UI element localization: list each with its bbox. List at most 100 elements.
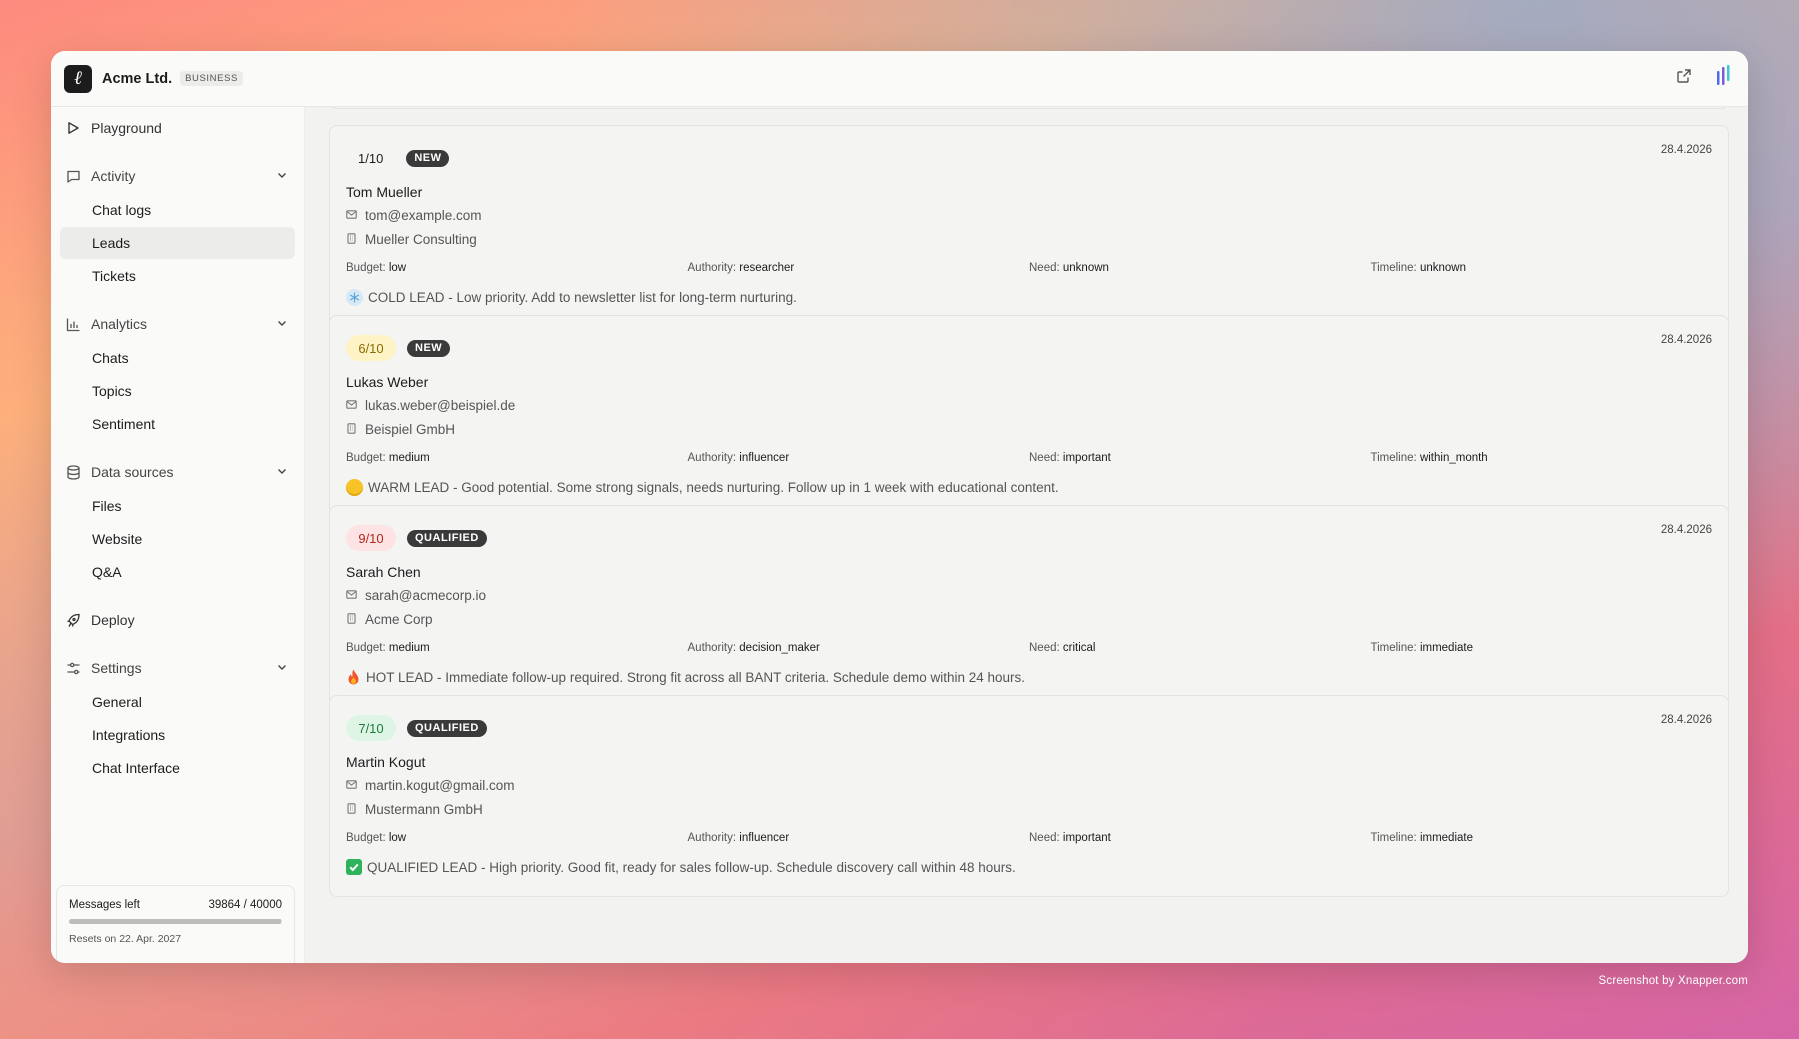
fire-icon [346, 669, 361, 686]
chat-bubble-icon [65, 168, 81, 184]
sidebar-item-playground[interactable]: Playground [60, 111, 295, 145]
lead-card[interactable]: 7/10 QUALIFIED 28.4.2026 Martin Kogut ma… [329, 695, 1729, 897]
lead-note-text: QUALIFIED LEAD - High priority. Good fit… [367, 859, 1016, 875]
building-icon [346, 612, 357, 627]
lead-status-badge: NEW [407, 339, 451, 357]
bant-need: Need: critical [1029, 642, 1096, 654]
snowflake-icon [346, 289, 363, 306]
bant-row: Budget: low Authority: researcher Need: … [346, 262, 1712, 274]
rocket-icon [65, 612, 81, 628]
sidebar-group-activity[interactable]: Activity [60, 159, 295, 193]
lead-note: HOT LEAD - Immediate follow-up required.… [346, 669, 1025, 686]
usage-reset-date: Resets on 22. Apr. 2027 [69, 933, 182, 945]
sidebar-item-deploy[interactable]: Deploy [60, 603, 295, 637]
sidebar-group-data-sources[interactable]: Data sources [60, 455, 295, 489]
lead-name: Sarah Chen [346, 564, 421, 580]
bar-chart-icon [65, 316, 81, 332]
lead-note-text: WARM LEAD - Good potential. Some strong … [368, 480, 1059, 495]
sidebar-item-general[interactable]: General [60, 686, 295, 718]
lead-email[interactable]: martin.kogut@gmail.com [365, 778, 515, 793]
lead-score: 6/10 [346, 335, 396, 361]
chevron-down-icon[interactable] [276, 168, 288, 184]
sliders-icon [65, 660, 81, 676]
leads-list: 1/10 NEW 28.4.2026 Tom Mueller tom@examp… [305, 107, 1748, 963]
sidebar-item-integrations[interactable]: Integrations [60, 719, 295, 751]
app-logo[interactable]: ℓ [64, 64, 92, 93]
lead-score: 1/10 [358, 150, 384, 166]
lead-score: 7/10 [346, 715, 396, 741]
check-mark-icon [346, 859, 362, 875]
lead-note: QUALIFIED LEAD - High priority. Good fit… [346, 859, 1016, 875]
mail-icon [346, 208, 357, 223]
lead-status-badge: NEW [406, 149, 450, 167]
bant-authority: Authority: decision_maker [687, 642, 820, 654]
bant-budget: Budget: low [346, 832, 407, 844]
building-icon [346, 422, 357, 437]
lead-name: Martin Kogut [346, 754, 426, 770]
sidebar: Playground Activity Chat logs Leads Tick… [51, 107, 305, 963]
sidebar-item-qa[interactable]: Q&A [60, 556, 295, 588]
lead-email[interactable]: tom@example.com [365, 208, 482, 223]
lead-date: 28.4.2026 [1660, 334, 1712, 346]
sidebar-group-analytics[interactable]: Analytics [60, 307, 295, 341]
lead-date: 28.4.2026 [1660, 714, 1712, 726]
chevron-down-icon[interactable] [276, 660, 288, 676]
sidebar-item-label: Playground [91, 120, 162, 136]
sidebar-item-website[interactable]: Website [60, 523, 295, 555]
building-icon [346, 802, 357, 817]
sidebar-item-files[interactable]: Files [60, 490, 295, 522]
lead-card[interactable]: 1/10 NEW 28.4.2026 Tom Mueller tom@examp… [329, 125, 1729, 327]
building-icon [346, 232, 357, 247]
watermark: Screenshot by Xnapper.com [1598, 975, 1748, 987]
sidebar-group-settings[interactable]: Settings [60, 651, 295, 685]
lead-note: WARM LEAD - Good potential. Some strong … [346, 479, 1059, 496]
sidebar-item-leads[interactable]: Leads [60, 227, 295, 259]
usage-progress-fill [69, 919, 282, 924]
bant-authority: Authority: researcher [687, 262, 795, 274]
lead-note: COLD LEAD - Low priority. Add to newslet… [346, 289, 797, 306]
lead-email[interactable]: lukas.weber@beispiel.de [365, 398, 515, 413]
chevron-down-icon[interactable] [276, 316, 288, 332]
bant-row: Budget: medium Authority: influencer Nee… [346, 452, 1712, 464]
bant-budget: Budget: low [346, 262, 407, 274]
bant-need: Need: important [1029, 452, 1111, 464]
external-link-icon[interactable] [1676, 68, 1692, 89]
sidebar-item-chats[interactable]: Chats [60, 342, 295, 374]
bant-need: Need: important [1029, 832, 1111, 844]
usage-value: 39864 / 40000 [208, 899, 282, 911]
bant-row: Budget: medium Authority: decision_maker… [346, 642, 1712, 654]
database-icon [65, 464, 81, 480]
sidebar-item-sentiment[interactable]: Sentiment [60, 408, 295, 440]
chevron-down-icon[interactable] [276, 464, 288, 480]
bant-budget: Budget: medium [346, 452, 430, 464]
mail-icon [346, 778, 357, 793]
bant-need: Need: unknown [1029, 262, 1109, 274]
bant-authority: Authority: influencer [687, 452, 790, 464]
org-name[interactable]: Acme Ltd. [102, 71, 172, 87]
mail-icon [346, 398, 357, 413]
lead-status-badge: QUALIFIED [407, 719, 487, 737]
sidebar-item-topics[interactable]: Topics [60, 375, 295, 407]
top-bar: ℓ Acme Ltd. BUSINESS [51, 51, 1748, 107]
mail-icon [346, 588, 357, 603]
sidebar-item-chat-logs[interactable]: Chat logs [60, 194, 295, 226]
sidebar-group-label: Analytics [91, 316, 148, 332]
lead-card[interactable]: 6/10 NEW 28.4.2026 Lukas Weber lukas.web… [329, 315, 1729, 517]
sidebar-group-label: Activity [91, 168, 136, 184]
yellow-circle-icon [346, 479, 363, 496]
bant-timeline: Timeline: immediate [1370, 642, 1474, 654]
usage-progress-bar [69, 919, 282, 924]
bant-timeline: Timeline: within_month [1370, 452, 1488, 464]
lead-email[interactable]: sarah@acmecorp.io [365, 588, 486, 603]
lead-card[interactable]: 9/10 QUALIFIED 28.4.2026 Sarah Chen sara… [329, 505, 1729, 707]
lead-name: Lukas Weber [346, 374, 429, 390]
sidebar-group-label: Settings [91, 660, 142, 676]
brand-bars-icon[interactable] [1716, 65, 1732, 92]
sidebar-group-label: Data sources [91, 464, 174, 480]
lead-date: 28.4.2026 [1660, 144, 1712, 156]
lead-note-text: HOT LEAD - Immediate follow-up required.… [366, 670, 1026, 685]
bant-timeline: Timeline: immediate [1370, 832, 1474, 844]
sidebar-item-chat-interface[interactable]: Chat Interface [60, 752, 295, 784]
lead-name: Tom Mueller [346, 184, 423, 200]
sidebar-item-tickets[interactable]: Tickets [60, 260, 295, 292]
